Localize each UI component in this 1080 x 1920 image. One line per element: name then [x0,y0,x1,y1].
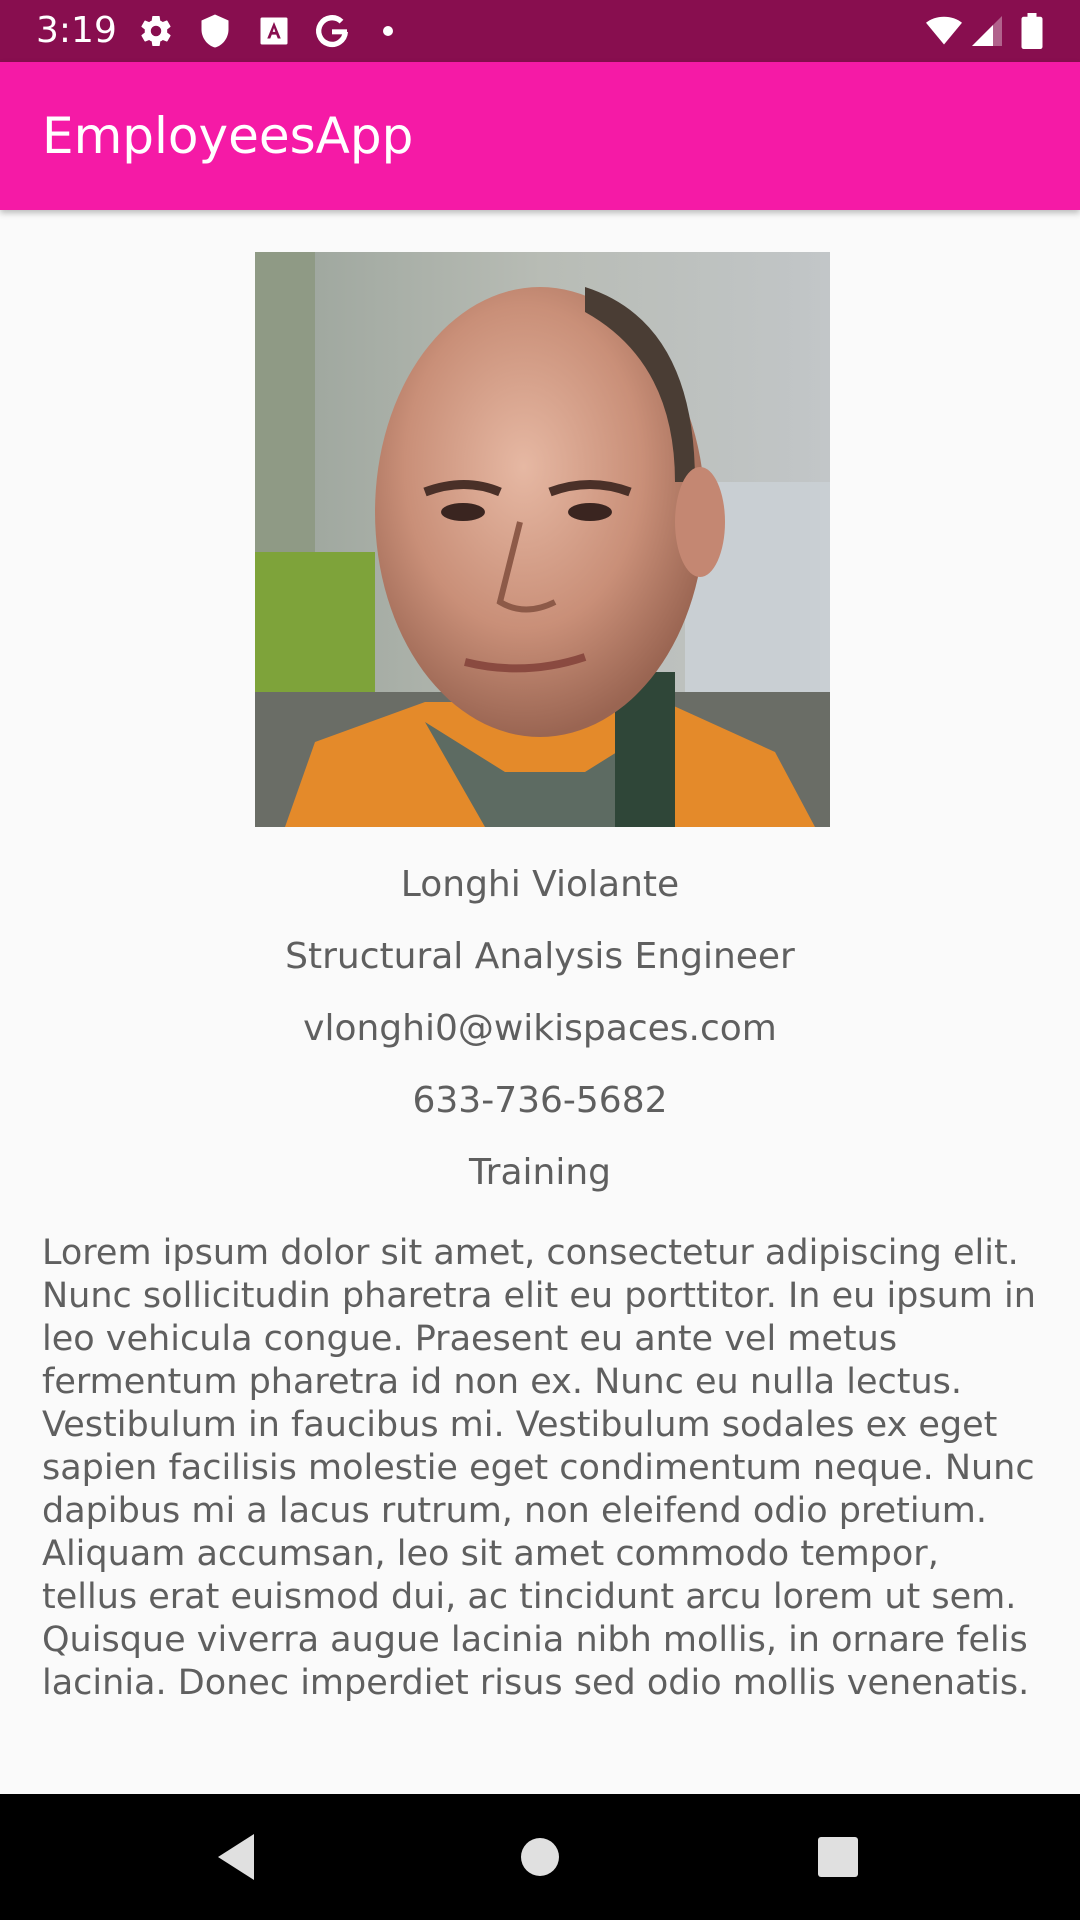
recents-icon[interactable] [803,1822,873,1892]
status-time: 3:19 [36,10,117,51]
font-icon [256,13,292,49]
employee-department: Training [468,1152,612,1193]
employee-description: Lorem ipsum dolor sit amet, consectetur … [42,1233,1036,1703]
employee-photo [255,252,830,827]
wifi-icon [922,13,966,49]
settings-icon [138,13,174,49]
employee-name: Longhi Violante [400,864,680,905]
dot-icon [380,13,396,49]
navigation-bar [0,1794,1080,1920]
shield-icon [197,13,233,49]
battery-icon [1020,13,1044,49]
employee-phone: 633-736-5682 [412,1080,668,1121]
employee-detail-screen: 3:19 EmployeesApp Longhi Violante Struct… [0,0,1080,1920]
signal-icon [968,13,1006,49]
google-icon [312,11,352,51]
home-icon[interactable] [505,1822,575,1892]
back-icon[interactable] [204,1822,274,1892]
app-title: EmployeesApp [42,107,414,165]
employee-job-title: Structural Analysis Engineer [285,936,795,977]
employee-email: vlonghi0@wikispaces.com [303,1008,777,1049]
app-bar: EmployeesApp [0,62,1080,210]
status-bar: 3:19 [0,0,1080,62]
